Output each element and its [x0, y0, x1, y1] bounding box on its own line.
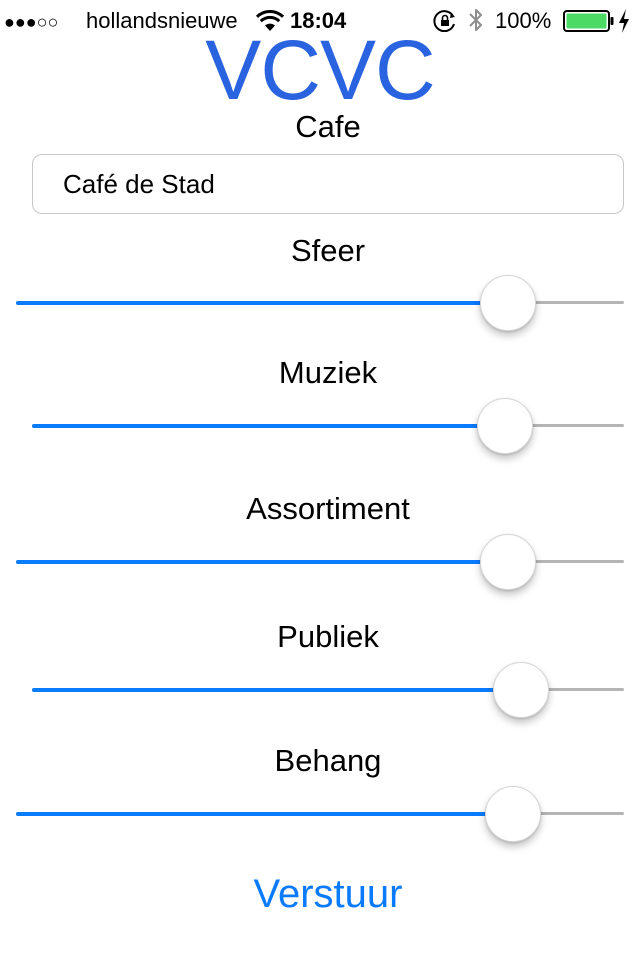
- rating-label-muziek: Muziek: [278, 355, 378, 390]
- slider-track-filled: [32, 424, 505, 428]
- submit-button[interactable]: Verstuur: [0, 870, 640, 918]
- rating-label-assortiment: Assortiment: [246, 491, 410, 526]
- app-title: VCVC: [205, 23, 435, 117]
- slider-thumb[interactable]: [479, 275, 536, 331]
- behang-slider[interactable]: [16, 784, 624, 844]
- slider-track-filled: [32, 688, 521, 692]
- slider-thumb[interactable]: [492, 662, 549, 718]
- slider-track-filled: [16, 812, 514, 816]
- slider-thumb[interactable]: [476, 398, 533, 454]
- muziek-slider[interactable]: [32, 396, 624, 456]
- slider-thumb[interactable]: [479, 534, 536, 590]
- slider-track-filled: [16, 560, 508, 564]
- slider-track-filled: [16, 301, 508, 305]
- cafe-name-input[interactable]: [32, 154, 624, 214]
- sfeer-slider[interactable]: [16, 273, 624, 333]
- rating-label-publiek: Publiek: [277, 619, 379, 654]
- slider-thumb[interactable]: [485, 786, 542, 842]
- cafe-label: Cafe: [295, 109, 361, 144]
- rating-label-sfeer: Sfeer: [290, 233, 366, 268]
- publiek-slider[interactable]: [32, 660, 624, 720]
- rating-label-behang: Behang: [274, 743, 382, 778]
- assortiment-slider[interactable]: [16, 532, 624, 592]
